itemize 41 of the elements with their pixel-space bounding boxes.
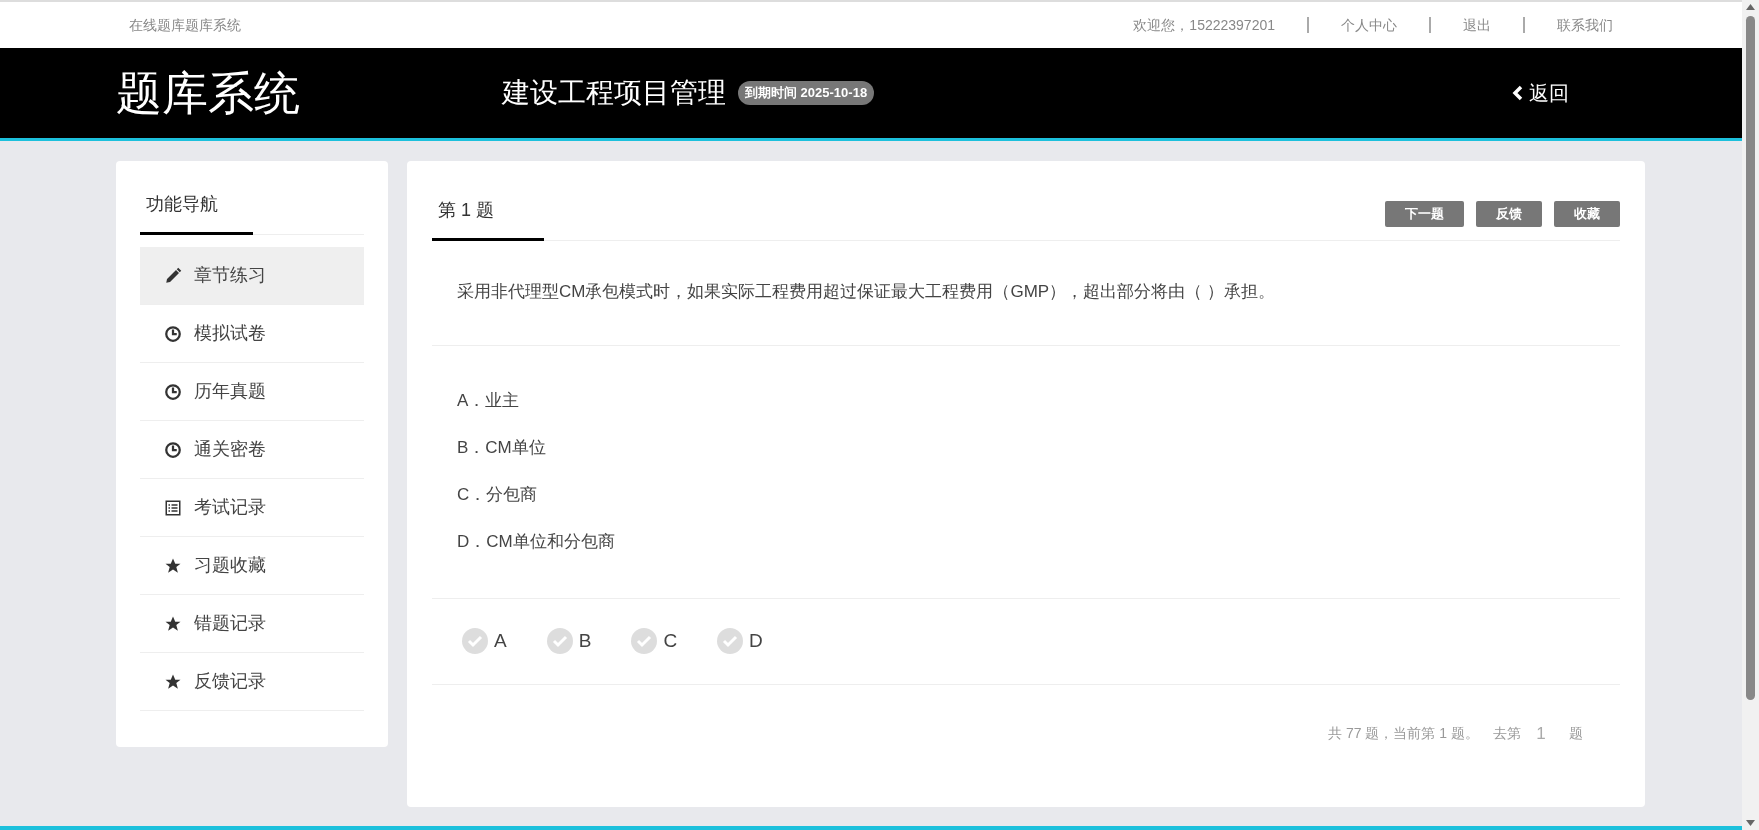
logo-text: 题库系统	[116, 65, 301, 121]
scroll-down-icon[interactable]	[1746, 820, 1755, 826]
top-link[interactable]: 个人中心	[1341, 14, 1397, 36]
answer-choice[interactable]: A	[462, 626, 507, 656]
clock-icon	[164, 440, 182, 459]
list-icon	[164, 498, 182, 517]
top-link[interactable]: 退出	[1463, 14, 1491, 36]
check-circle-icon	[717, 628, 744, 654]
action-button[interactable]: 下一题	[1385, 200, 1464, 227]
answer-option: D．CM单位和分包商	[457, 528, 1595, 554]
nav-item[interactable]: 章节练习	[140, 247, 364, 305]
clock-icon	[164, 382, 182, 401]
subject-title: 建设工程项目管理	[502, 76, 726, 110]
pagination-summary: 共 77 题，当前第 1 题。	[1328, 723, 1479, 743]
clock-icon	[164, 324, 182, 343]
question-text: 采用非代理型CM承包模式时，如果实际工程费用超过保证最大工程费用（GMP），超出部分将由（ ）承担。	[457, 281, 1276, 303]
answer-choice[interactable]: C	[631, 626, 678, 656]
back-link[interactable]: 返回	[1511, 78, 1569, 108]
expiry-badge: 到期时间 2025-10-18	[738, 81, 875, 105]
scrollbar-thumb[interactable]	[1746, 16, 1755, 700]
action-button[interactable]: 收藏	[1554, 200, 1620, 227]
sidebar-title: 功能导航	[140, 191, 253, 235]
answer-option: C．分包商	[457, 481, 1595, 507]
goto-suffix: 题	[1569, 723, 1583, 743]
answer-choice[interactable]: D	[717, 626, 763, 656]
welcome-text: 欢迎您，15222397201	[1133, 15, 1275, 35]
check-circle-icon	[631, 628, 658, 654]
site-name: 在线题库题库系统	[129, 15, 241, 35]
scrollbar[interactable]	[1742, 0, 1759, 830]
scroll-up-icon[interactable]	[1746, 4, 1755, 10]
chevron-left-icon	[1511, 85, 1523, 101]
goto-label: 去第	[1493, 723, 1521, 743]
answer-choice[interactable]: B	[546, 626, 592, 656]
question-number-tab[interactable]: 第 1 题	[432, 197, 544, 241]
action-button[interactable]: 反馈	[1476, 200, 1542, 227]
top-link[interactable]: 联系我们	[1557, 14, 1613, 36]
check-circle-icon	[462, 628, 488, 654]
answer-option: B．CM单位	[457, 434, 1595, 460]
check-circle-icon	[546, 628, 573, 654]
answer-option: A．业主	[457, 387, 1595, 413]
pencil-icon	[164, 266, 182, 285]
